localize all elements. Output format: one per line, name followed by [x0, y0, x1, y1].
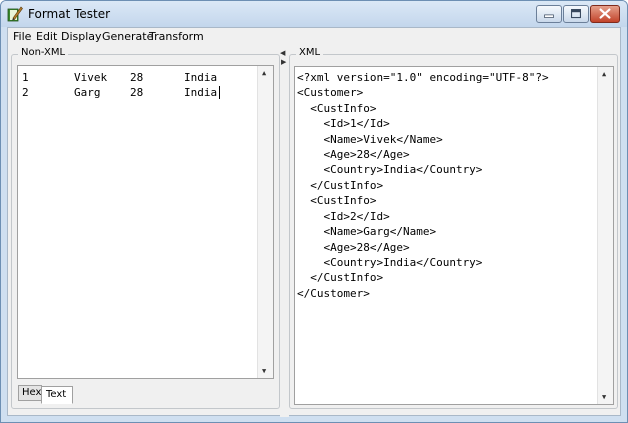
minimize-icon — [544, 14, 554, 18]
row-1-country: India — [184, 71, 218, 84]
non-xml-text-area[interactable]: 1 Vivek 28 India 2 Garg 28 India ▲ ▼ — [17, 65, 274, 379]
xml-line: <Age>28</Age> — [297, 148, 410, 161]
xml-line: <Age>28</Age> — [297, 241, 410, 254]
row-2-country: India — [184, 86, 218, 99]
text-caret — [219, 86, 220, 99]
xml-line: <Country>India</Country> — [297, 163, 483, 176]
xml-line: <Customer> — [297, 86, 364, 99]
panel-splitter[interactable]: ◀ ▶ — [280, 47, 289, 417]
row-1-id: 1 — [22, 71, 29, 84]
non-xml-scrollbar[interactable]: ▲ ▼ — [257, 66, 273, 378]
app-window: Format Tester File Edit Display Generate… — [0, 0, 628, 423]
xml-line: <Id>2</Id> — [297, 210, 390, 223]
menu-generate[interactable]: Generate — [102, 30, 153, 43]
row-1-name: Vivek — [74, 71, 108, 84]
client-area: File Edit Display Generate Transform Non… — [7, 27, 621, 417]
xml-line: <CustInfo> — [297, 194, 377, 207]
menu-display[interactable]: Display — [61, 30, 102, 43]
xml-line: <Name>Vivek</Name> — [297, 133, 443, 146]
scroll-down-arrow-icon[interactable]: ▼ — [602, 393, 606, 401]
xml-line: <CustInfo> — [297, 102, 377, 115]
pen-book-icon — [7, 6, 23, 22]
xml-group: XML <?xml version="1.0" encoding="UTF-8"… — [289, 47, 618, 409]
non-xml-label: Non-XML — [18, 47, 69, 58]
non-xml-group: Non-XML 1 Vivek 28 India 2 Garg 28 India… — [11, 47, 280, 409]
scroll-down-arrow-icon[interactable]: ▼ — [262, 367, 266, 375]
menu-transform[interactable]: Transform — [149, 30, 204, 43]
view-tabs: Hex Text — [18, 385, 108, 405]
xml-label: XML — [296, 47, 324, 58]
tab-text-label: Text — [46, 389, 67, 400]
tab-text[interactable]: Text — [41, 386, 73, 404]
close-icon — [599, 8, 611, 19]
tab-hex-label: Hex — [22, 387, 42, 398]
splitter-collapse-left-icon[interactable]: ◀ — [280, 49, 285, 57]
tab-hex[interactable]: Hex — [18, 385, 42, 401]
menu-file[interactable]: File — [13, 30, 31, 43]
menu-bar: File Edit Display Generate Transform — [8, 28, 620, 45]
row-2-id: 2 — [22, 86, 29, 99]
close-button[interactable] — [590, 5, 620, 23]
minimize-button[interactable] — [536, 5, 562, 23]
xml-text-area[interactable]: <?xml version="1.0" encoding="UTF-8"?> <… — [294, 66, 614, 405]
maximize-icon — [571, 9, 581, 19]
menu-edit[interactable]: Edit — [36, 30, 57, 43]
window-title: Format Tester — [28, 7, 111, 21]
scroll-up-arrow-icon[interactable]: ▲ — [602, 70, 606, 78]
scroll-up-arrow-icon[interactable]: ▲ — [262, 69, 266, 77]
row-1-age: 28 — [130, 71, 144, 84]
xml-line: </CustInfo> — [297, 179, 384, 192]
xml-line: </Customer> — [297, 287, 370, 300]
xml-line: </CustInfo> — [297, 271, 384, 284]
row-2-age: 28 — [130, 86, 144, 99]
xml-line: <Name>Garg</Name> — [297, 225, 437, 238]
splitter-collapse-right-icon[interactable]: ▶ — [281, 58, 286, 66]
xml-line: <?xml version="1.0" encoding="UTF-8"?> — [297, 71, 549, 84]
maximize-button[interactable] — [563, 5, 589, 23]
xml-line: <Country>India</Country> — [297, 256, 483, 269]
xml-scrollbar[interactable]: ▲ ▼ — [597, 67, 613, 404]
title-bar[interactable]: Format Tester — [1, 1, 627, 27]
xml-line: <Id>1</Id> — [297, 117, 390, 130]
row-2-name: Garg — [74, 86, 101, 99]
